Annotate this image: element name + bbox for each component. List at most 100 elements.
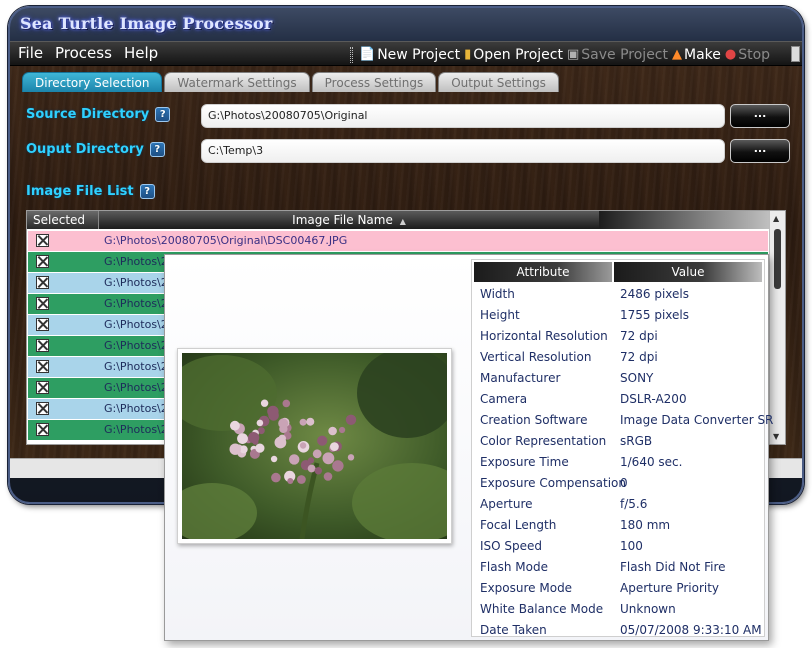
selected-checkbox[interactable] — [36, 318, 49, 331]
image-info-popup: Attribute Value Width 2486 pixels Height 17… — [164, 254, 773, 641]
save-project-label: Save Project — [581, 46, 668, 63]
image-file-path: G:\Photos\2 — [104, 423, 168, 436]
attribute-name: Aperture — [480, 497, 533, 511]
attribute-name: Width — [480, 287, 515, 301]
attribute-value: 05/07/2008 9:33:10 AM — [620, 623, 762, 637]
attribute-value: 0 — [620, 476, 628, 490]
attribute-row: Manufacturer SONY — [472, 368, 764, 389]
selected-checkbox[interactable] — [36, 297, 49, 310]
image-file-path: G:\Photos\2 — [104, 381, 168, 394]
image-file-path: G:\Photos\2 — [104, 318, 168, 331]
selected-checkbox[interactable] — [36, 276, 49, 289]
open-project-label: Open Project — [473, 46, 563, 63]
tab-process-settings[interactable]: Process Settings — [311, 72, 437, 92]
attribute-name: Height — [480, 308, 520, 322]
list-scrollbar[interactable]: ▲ ▼ — [769, 211, 785, 444]
attribute-value: 72 dpi — [620, 329, 658, 343]
attribute-name: Exposure Compensation — [480, 476, 626, 490]
selected-checkbox[interactable] — [36, 402, 49, 415]
list-item[interactable]: G:\Photos\20080705\Original\DSC00467.JPG — [28, 231, 768, 252]
attribute-name: ISO Speed — [480, 539, 543, 553]
stop-label: Stop — [738, 46, 771, 63]
attribute-value: Unknown — [620, 602, 676, 616]
scroll-down-icon[interactable]: ▼ — [773, 432, 779, 441]
selected-checkbox[interactable] — [36, 423, 49, 436]
source-directory-input[interactable]: G:\Photos\20080705\Original — [201, 104, 725, 128]
tab-directory-selection[interactable]: Directory Selection — [22, 72, 163, 92]
open-project-button[interactable]: ▮ Open Project — [464, 47, 563, 63]
attribute-row: Aperture f/5.6 — [472, 494, 764, 515]
attribute-value: Image Data Converter SR — [620, 413, 774, 427]
attribute-row: Horizontal Resolution 72 dpi — [472, 326, 764, 347]
selected-checkbox[interactable] — [36, 339, 49, 352]
attribute-name: Focal Length — [480, 518, 557, 532]
column-header-value: Value — [614, 262, 762, 282]
attribute-value: SONY — [620, 371, 654, 385]
new-project-button[interactable]: 📄 New Project — [359, 47, 460, 63]
attribute-table-header: Attribute Value — [474, 262, 762, 282]
attribute-value: Aperture Priority — [620, 581, 720, 595]
output-directory-input[interactable]: C:\Temp\3 — [201, 139, 725, 163]
attribute-row: White Balance Mode Unknown — [472, 599, 764, 620]
attribute-name: Creation Software — [480, 413, 588, 427]
attribute-name: Camera — [480, 392, 528, 406]
app-title: Sea Turtle Image Processor — [20, 14, 273, 33]
attribute-value: 100 — [620, 539, 643, 553]
toolbar-grip[interactable] — [350, 46, 353, 63]
make-button[interactable]: ▲ Make — [672, 47, 721, 63]
toolbar: 📄 New Project ▮ Open Project ▣ Save Proj… — [350, 42, 774, 67]
menu-help[interactable]: Help — [124, 44, 158, 62]
open-folder-icon: ▮ — [464, 47, 472, 62]
attribute-name: Color Representation — [480, 434, 607, 448]
selected-checkbox[interactable] — [36, 255, 49, 268]
image-file-path: G:\Photos\2 — [104, 402, 168, 415]
file-list-help-icon[interactable]: ? — [139, 184, 155, 199]
output-help-icon[interactable]: ? — [149, 142, 165, 157]
column-header-attribute: Attribute — [474, 262, 612, 282]
attribute-row: Width 2486 pixels — [472, 284, 764, 305]
attribute-row: Height 1755 pixels — [472, 305, 764, 326]
attribute-name: Exposure Time — [480, 455, 569, 469]
attribute-row: Creation Software Image Data Converter SR — [472, 410, 773, 431]
attribute-value: 1755 pixels — [620, 308, 690, 322]
tab-watermark-settings[interactable]: Watermark Settings — [164, 72, 310, 92]
source-help-icon[interactable]: ? — [155, 107, 171, 122]
output-browse-button[interactable]: ... — [730, 139, 790, 163]
toolbar-overflow-button[interactable] — [791, 46, 800, 62]
save-disk-icon: ▣ — [566, 47, 580, 62]
attribute-name: Vertical Resolution — [480, 350, 592, 364]
selected-checkbox[interactable] — [36, 381, 49, 394]
source-directory-label-text: Source Directory — [26, 107, 150, 122]
menu-bar: File Process Help 📄 New Project ▮ Open P… — [10, 41, 802, 66]
milkweed-flower-photo — [182, 353, 447, 539]
image-file-path: G:\Photos\20080705\Original\DSC00467.JPG — [104, 234, 348, 247]
output-directory-label-text: Ouput Directory — [26, 142, 144, 157]
attribute-rows: Width 2486 pixels Height 1755 pixels Horizon… — [472, 284, 773, 641]
attribute-row: Exposure Mode Aperture Priority — [472, 578, 764, 599]
tab-output-settings[interactable]: Output Settings — [438, 72, 559, 92]
attribute-value: 2486 pixels — [620, 287, 690, 301]
column-header-image-file-name[interactable]: Image File Name ▲ — [99, 211, 599, 229]
stop-button[interactable]: ● Stop — [725, 47, 770, 63]
source-browse-button[interactable]: ... — [730, 104, 790, 128]
attribute-value: 72 dpi — [620, 350, 658, 364]
tab-strip: Directory Selection Watermark Settings P… — [22, 72, 561, 92]
attribute-name: Manufacturer — [480, 371, 561, 385]
menu-file[interactable]: File — [18, 44, 43, 62]
menu-process[interactable]: Process — [55, 44, 112, 62]
column-header-name-text: Image File Name — [292, 213, 393, 227]
column-header-filler — [599, 211, 769, 229]
source-directory-label: Source Directory? — [26, 107, 171, 122]
attribute-row: Exposure Time 1/640 sec. — [472, 452, 764, 473]
flame-icon: ▲ — [672, 47, 682, 62]
selected-checkbox[interactable] — [36, 234, 49, 247]
scroll-up-icon[interactable]: ▲ — [773, 214, 779, 223]
column-header-selected[interactable]: Selected — [27, 211, 99, 229]
attribute-row: Focal Length 180 mm — [472, 515, 764, 536]
selected-checkbox[interactable] — [36, 360, 49, 373]
make-label: Make — [684, 46, 721, 63]
save-project-button[interactable]: ▣ Save Project — [567, 47, 668, 63]
attribute-name: Date Taken — [480, 623, 547, 637]
scrollbar-thumb[interactable] — [774, 229, 781, 289]
attribute-row: Vertical Resolution 72 dpi — [472, 347, 764, 368]
